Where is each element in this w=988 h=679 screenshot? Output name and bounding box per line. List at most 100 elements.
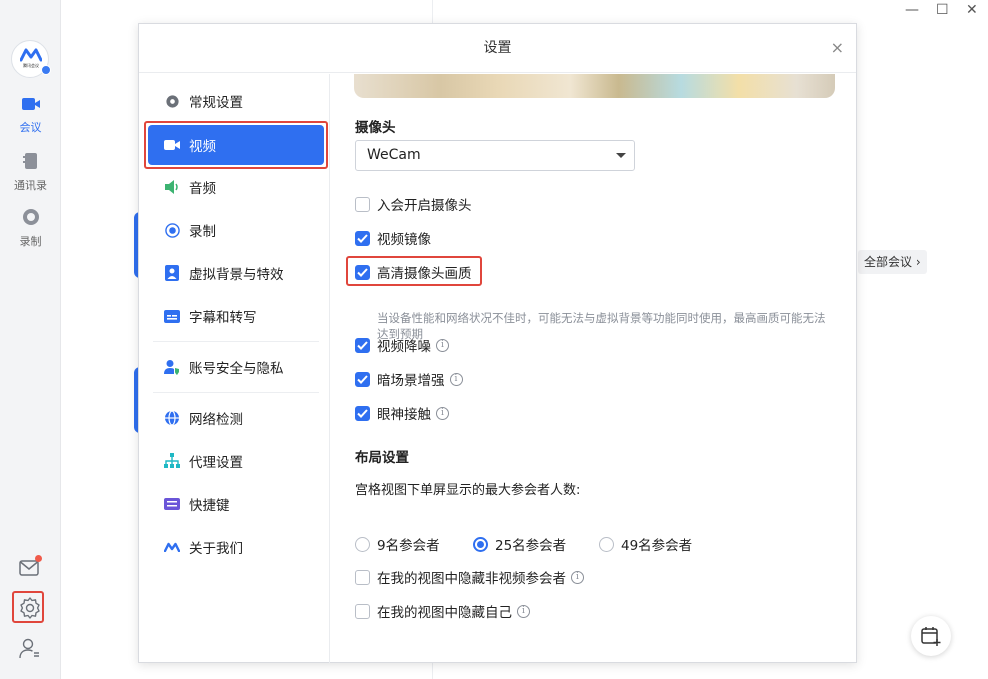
checkbox-row-low-light[interactable]: 暗场景增强 i: [355, 369, 463, 389]
notification-dot: [35, 555, 42, 562]
checkbox-row-eye-contact[interactable]: 眼神接触 i: [355, 403, 449, 423]
user-avatar-logo[interactable]: 腾讯会议: [11, 40, 51, 78]
checkbox-row-hide-self[interactable]: 在我的视图中隐藏自己 i: [355, 601, 530, 621]
checkmark-icon: [357, 267, 368, 277]
radio-button[interactable]: [599, 536, 614, 552]
checkbox-label: 入会开启摄像头: [377, 198, 472, 214]
info-icon[interactable]: i: [436, 338, 449, 352]
all-meetings-link[interactable]: 全部会议 ›: [858, 250, 927, 274]
checkbox[interactable]: [355, 371, 370, 387]
radio-button[interactable]: [473, 536, 488, 552]
schedule-meeting-button[interactable]: [911, 616, 951, 656]
tencent-meeting-logo-icon: [20, 48, 42, 62]
checkbox-row-mirror[interactable]: 视频镜像: [355, 228, 431, 248]
close-window-button[interactable]: ✕: [966, 2, 978, 18]
checkbox[interactable]: [355, 196, 370, 212]
radio-label: 9名参会者: [377, 538, 440, 554]
checkbox-label: 视频降噪: [377, 339, 431, 355]
app-logo-icon: [164, 539, 180, 555]
radio-button[interactable]: [355, 536, 370, 552]
checkmark-icon: [357, 233, 368, 243]
all-meetings-label: 全部会议: [864, 255, 913, 269]
nav-item-proxy[interactable]: 代理设置: [148, 441, 324, 481]
checkbox[interactable]: [355, 405, 370, 421]
nav-item-recording[interactable]: 录制: [148, 210, 324, 250]
nav-item-about[interactable]: 关于我们: [148, 527, 324, 567]
maximize-button[interactable]: ☐: [936, 2, 949, 18]
nav-item-subtitles[interactable]: 字幕和转写: [148, 296, 324, 336]
radio-label: 25名参会者: [495, 538, 567, 554]
rail-item-label: 通讯录: [14, 179, 47, 192]
camera-select-value: WeCam: [367, 147, 421, 163]
video-camera-icon: [164, 137, 180, 153]
radio-label: 49名参会者: [621, 538, 693, 554]
radio-25-participants[interactable]: 25名参会者: [473, 534, 566, 554]
hierarchy-icon: [164, 453, 180, 469]
nav-item-label: 代理设置: [189, 455, 243, 471]
nav-divider: [153, 392, 319, 393]
nav-item-shortcuts[interactable]: 快捷键: [148, 484, 324, 524]
portrait-icon: [164, 265, 180, 281]
camera-preview: [354, 74, 835, 98]
nav-item-label: 账号安全与隐私: [189, 361, 284, 377]
chevron-down-icon: [616, 153, 626, 158]
nav-item-label: 音频: [189, 181, 216, 197]
nav-item-label: 视频: [189, 139, 216, 155]
status-badge: [41, 65, 51, 75]
user-shield-icon: [164, 359, 180, 375]
minimize-button[interactable]: —: [905, 2, 919, 18]
info-icon[interactable]: i: [517, 604, 530, 618]
rail-item-recordings[interactable]: 录制: [0, 208, 61, 249]
checkbox[interactable]: [355, 603, 370, 619]
nav-item-label: 录制: [189, 224, 216, 240]
camera-select[interactable]: WeCam: [355, 140, 635, 171]
checkbox[interactable]: [355, 569, 370, 585]
rail-item-meetings[interactable]: 会议: [0, 96, 61, 135]
nav-item-label: 关于我们: [189, 541, 243, 557]
checkbox-label: 暗场景增强: [377, 373, 445, 389]
mail-button[interactable]: [17, 555, 43, 581]
checkmark-icon: [357, 408, 368, 418]
address-book-icon: [22, 153, 37, 169]
nav-item-label: 字幕和转写: [189, 310, 257, 326]
nav-item-virtual-background[interactable]: 虚拟背景与特效: [148, 253, 324, 293]
record-icon: [22, 209, 39, 225]
video-camera-icon: [21, 98, 40, 110]
nav-item-network-check[interactable]: 网络检测: [148, 398, 324, 438]
dialog-close-button[interactable]: ×: [831, 38, 844, 57]
nav-item-label: 网络检测: [189, 412, 243, 428]
gear-icon: [164, 93, 180, 109]
checkbox-row-denoise[interactable]: 视频降噪 i: [355, 335, 449, 355]
rail-item-label: 录制: [19, 235, 42, 248]
checkbox-label: 在我的视图中隐藏非视频参会者: [377, 571, 566, 587]
nav-item-general[interactable]: 常规设置: [148, 81, 324, 121]
rail-item-label: 会议: [19, 121, 42, 134]
radio-9-participants[interactable]: 9名参会者: [355, 534, 440, 554]
checkbox-row-start-camera[interactable]: 入会开启摄像头: [355, 194, 472, 214]
checkbox[interactable]: [355, 337, 370, 353]
app-sidebar: 腾讯会议 会议 通讯录 录制: [0, 0, 61, 679]
checkbox-label: 在我的视图中隐藏自己: [377, 605, 512, 621]
info-icon[interactable]: i: [449, 372, 463, 386]
checkbox[interactable]: [355, 230, 370, 246]
nav-item-audio[interactable]: 音频: [148, 167, 324, 207]
checkmark-icon: [357, 340, 368, 350]
info-icon[interactable]: i: [436, 406, 449, 420]
nav-item-label: 常规设置: [189, 95, 243, 111]
nav-item-label: 虚拟背景与特效: [189, 267, 284, 283]
rail-item-contacts[interactable]: 通讯录: [0, 152, 61, 193]
checkbox-row-hd-quality[interactable]: 高清摄像头画质: [355, 262, 472, 282]
info-icon[interactable]: i: [571, 570, 584, 584]
radio-49-participants[interactable]: 49名参会者: [599, 534, 692, 554]
nav-divider: [153, 341, 319, 342]
checkbox[interactable]: [355, 264, 370, 280]
nav-item-account-security[interactable]: 账号安全与隐私: [148, 347, 324, 387]
account-button[interactable]: [17, 636, 43, 662]
checkbox-row-hide-non-video[interactable]: 在我的视图中隐藏非视频参会者 i: [355, 567, 584, 587]
nav-item-video[interactable]: 视频: [148, 125, 324, 165]
record-icon: [164, 222, 180, 238]
gear-icon: [20, 597, 40, 619]
user-switch-icon: [19, 638, 39, 659]
settings-button[interactable]: [17, 595, 43, 621]
globe-icon: [164, 410, 180, 426]
